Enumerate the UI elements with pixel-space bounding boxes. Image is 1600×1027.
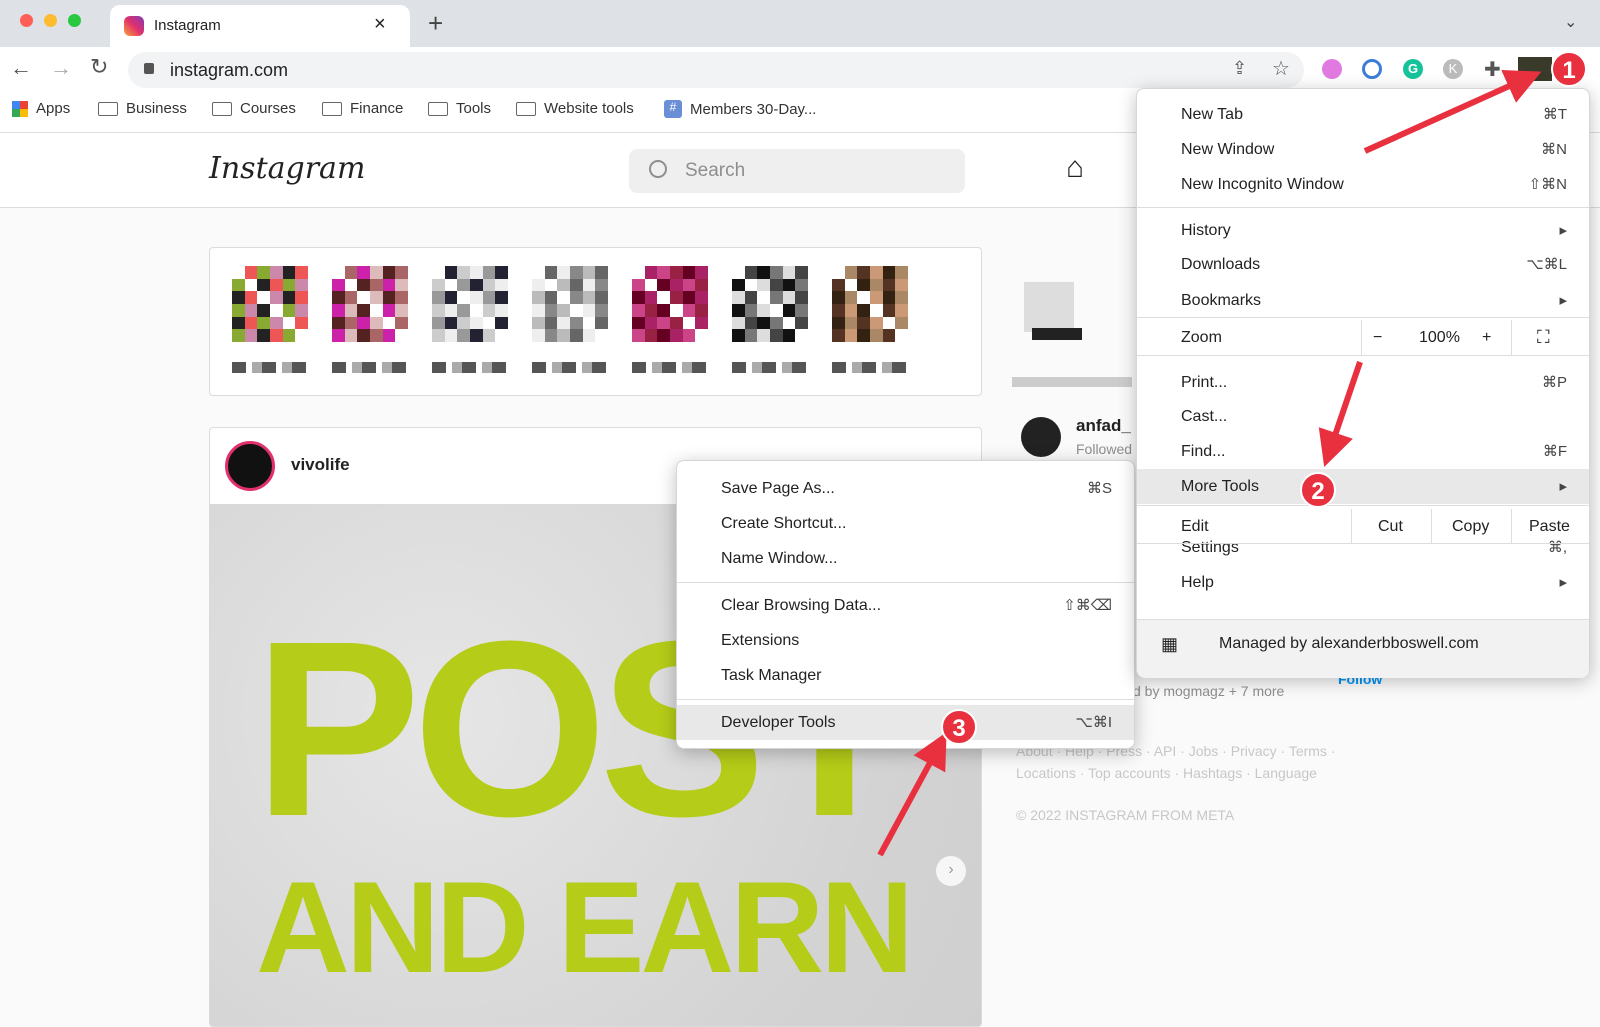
step-badge-2: 2: [1300, 472, 1336, 508]
arrow-2: [1318, 361, 1363, 468]
step-badge-1: 1: [1551, 51, 1587, 87]
arrow-3: [877, 732, 947, 857]
annotation-arrows: [877, 69, 1542, 857]
arrow-1: [1363, 69, 1542, 154]
step-badge-3: 3: [941, 709, 977, 745]
